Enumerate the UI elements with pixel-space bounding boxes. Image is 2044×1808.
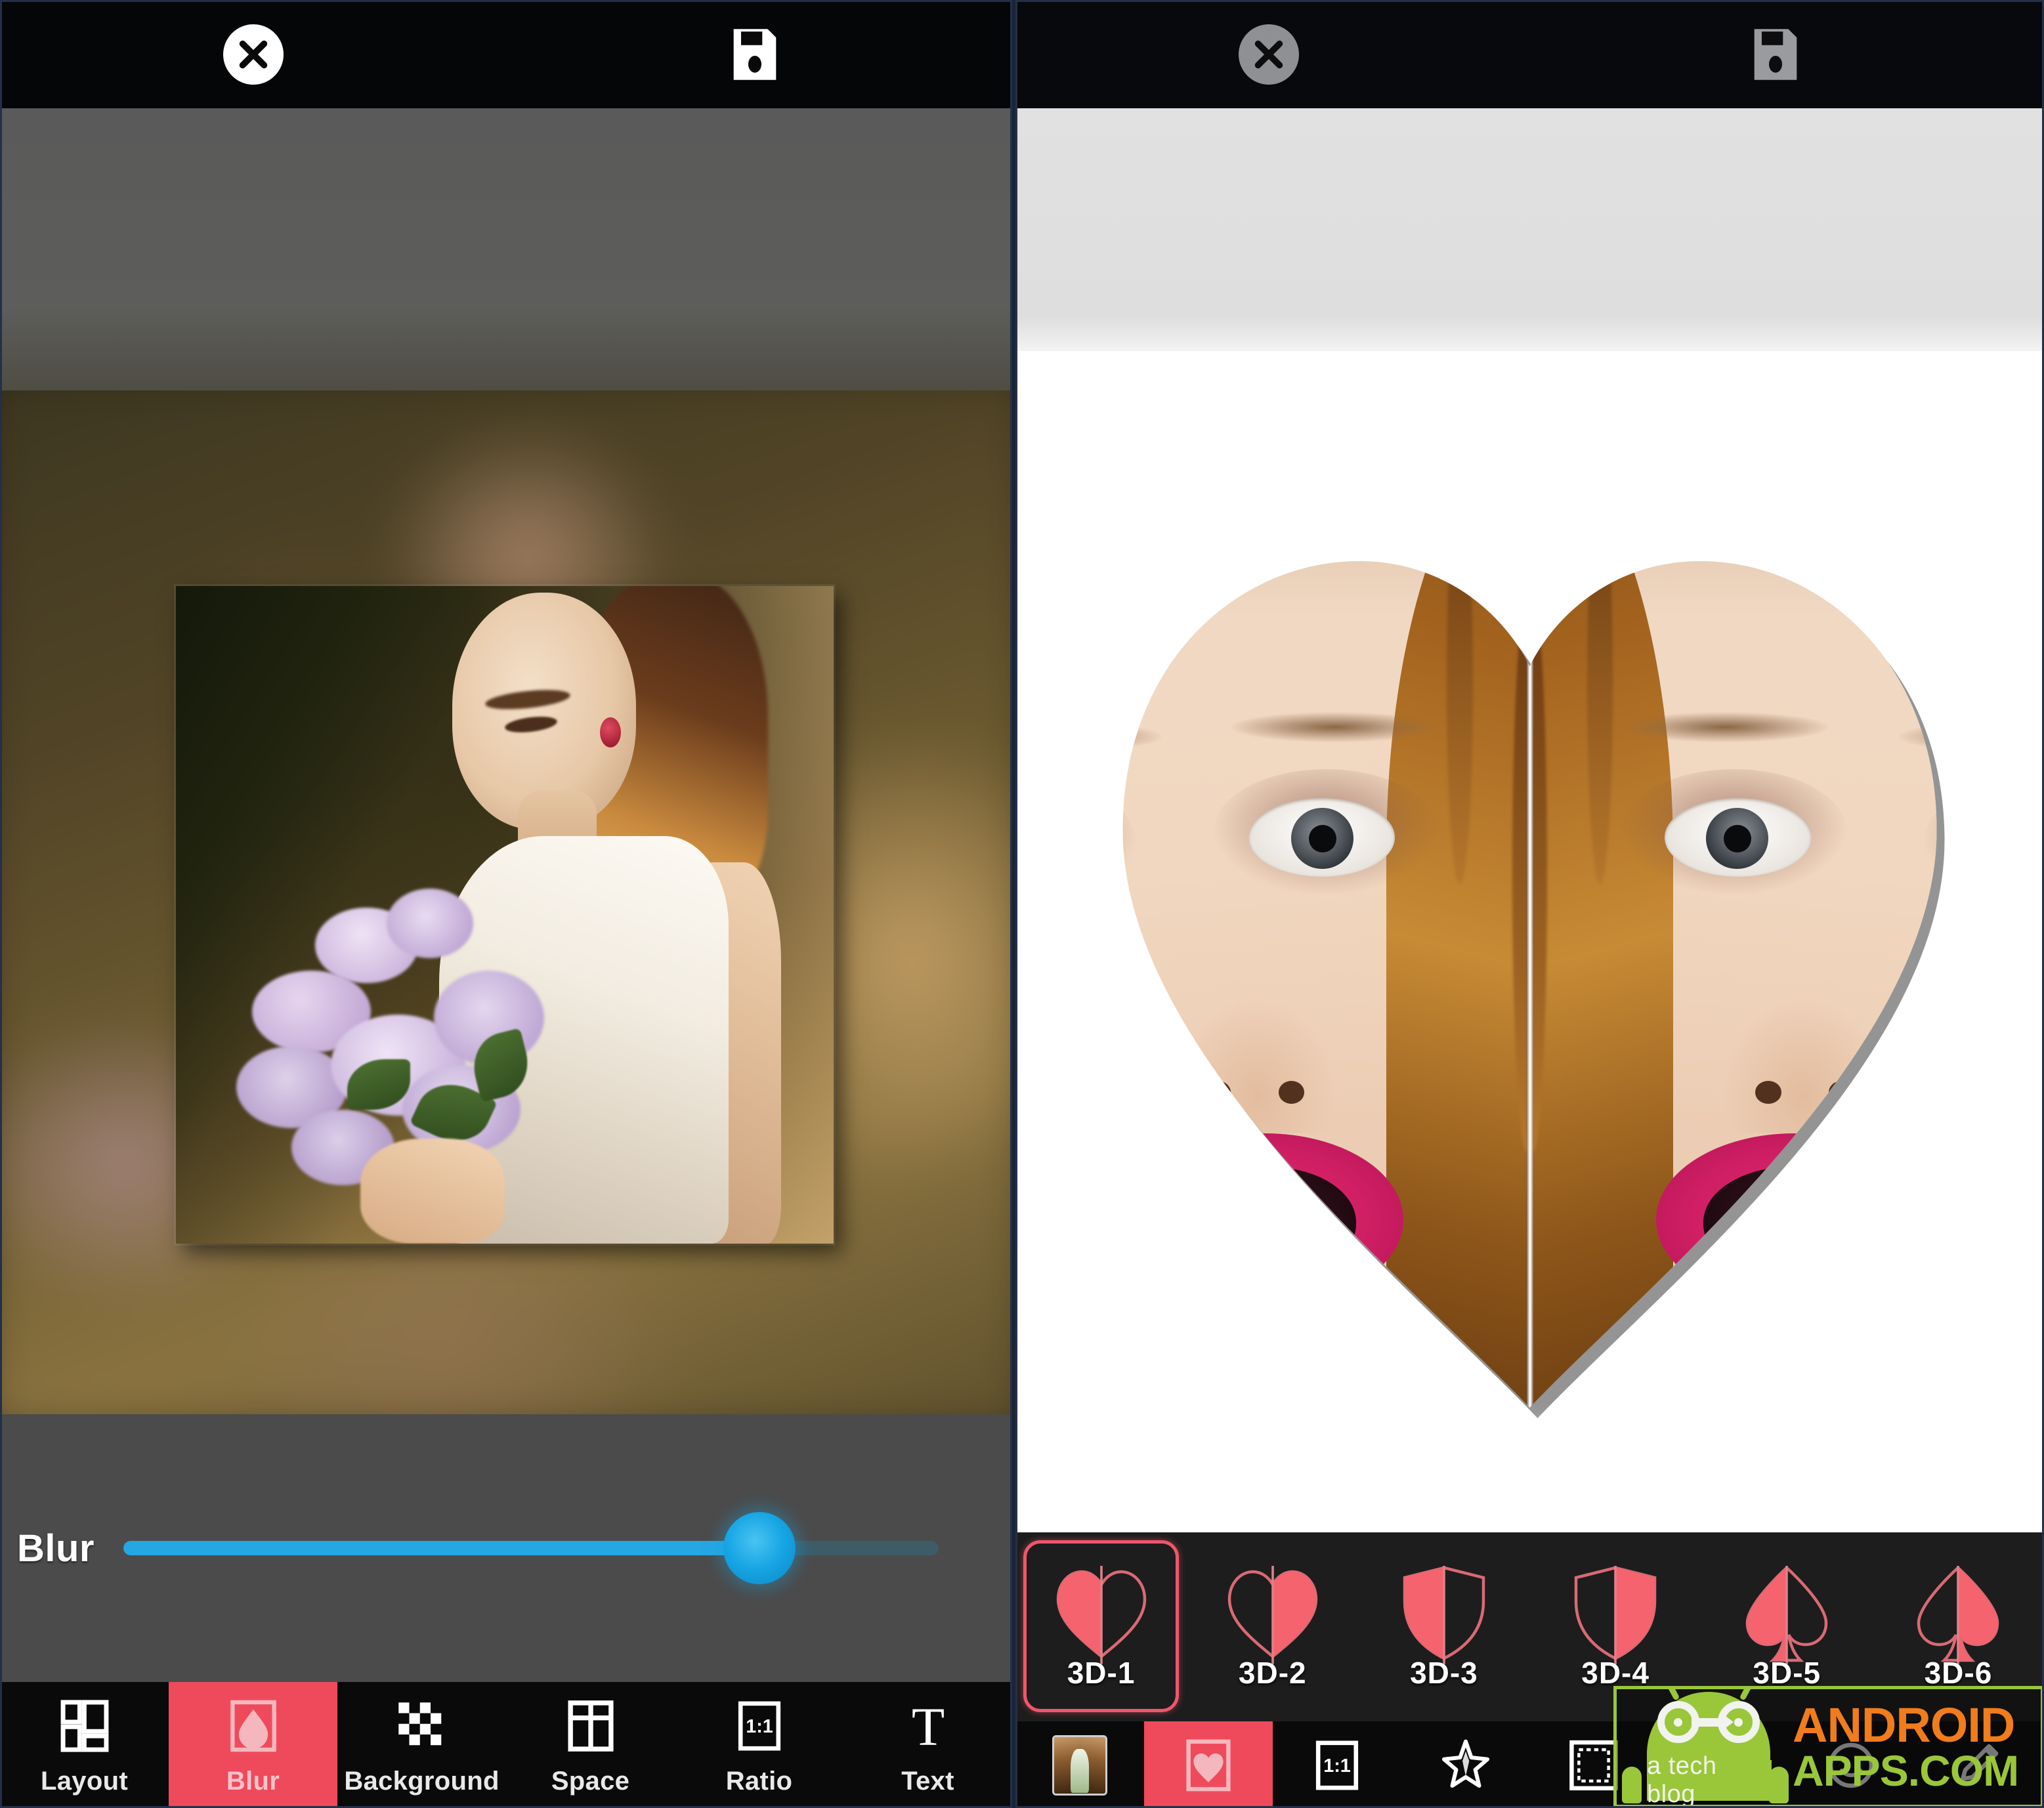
layout-grid-icon — [56, 1696, 113, 1756]
heart-collage[interactable] — [1071, 463, 1990, 1421]
water-drop-icon — [225, 1696, 282, 1756]
toolbar-item-label: Effect — [1428, 1806, 1502, 1808]
space-grid-icon — [563, 1696, 619, 1756]
svg-text:1:1: 1:1 — [1323, 1755, 1351, 1776]
save-button[interactable] — [729, 27, 781, 82]
svg-text:T: T — [911, 1698, 944, 1754]
panel-shape-editor: 3D-1 3D-2 3D-3 3D-4 3D-5 3D-6 Mirror Sha… — [1015, 0, 2044, 1808]
toolbar-item-label: Text — [901, 1766, 954, 1796]
blur-canvas[interactable] — [0, 390, 1012, 1414]
right-top-gray-band — [1015, 108, 2044, 351]
shape-option-label: 3D-2 — [1238, 1655, 1307, 1690]
focused-photo-frame[interactable] — [176, 586, 834, 1244]
heart-clipped-photo — [1071, 463, 1990, 1421]
close-x-icon — [239, 40, 268, 68]
save-button[interactable] — [1749, 27, 1802, 82]
left-work-area: Blur — [0, 108, 1012, 1682]
svg-text:1:1: 1:1 — [746, 1716, 773, 1737]
lips — [1127, 1133, 1403, 1306]
toolbar-item-label: Blur — [226, 1766, 280, 1796]
close-circle-icon — [223, 24, 284, 85]
android-robot-logo: a tech blog — [1617, 1689, 1789, 1805]
magic-star-icon — [1437, 1735, 1494, 1796]
face-photo — [1071, 463, 1530, 1421]
toolbar-item-blur[interactable]: Blur — [169, 1682, 337, 1808]
blur-slider-panel: Blur — [0, 1414, 1012, 1682]
shape-option-label: 3D-4 — [1581, 1655, 1650, 1690]
screenshot-root: Blur Layout Blur Background Space 1:1 Rat… — [0, 0, 2044, 1808]
left-toolbar: Layout Blur Background Space 1:1 Ratio T Te… — [0, 1682, 1012, 1808]
shape-option-label: 3D-5 — [1753, 1655, 1821, 1690]
close-button[interactable] — [223, 24, 284, 85]
toolbar-item-space[interactable]: Space — [506, 1682, 675, 1808]
shape-heart-icon — [1180, 1735, 1237, 1796]
watermark-brand-secondary: APPS.COM — [1793, 1746, 2019, 1795]
slider-fill — [123, 1541, 759, 1555]
heart-half-left — [1071, 463, 1530, 1421]
toolbar-item-ratio[interactable]: 1:1 Ratio — [1272, 1721, 1401, 1808]
checkerboard-icon — [394, 1696, 450, 1756]
toolbar-item-label: Ratio — [1304, 1806, 1371, 1808]
ratio-1-1-icon: 1:1 — [1309, 1735, 1365, 1796]
heart-fold-seam — [1526, 463, 1534, 1421]
watermark-go-android-apps: a tech blog ANDROID APPS.COM — [1613, 1686, 2044, 1808]
shape-option-3d-1[interactable]: 3D-1 — [1015, 1539, 1187, 1715]
blur-slider[interactable] — [123, 1512, 939, 1584]
text-t-icon: T — [900, 1696, 956, 1756]
close-circle-icon — [1239, 24, 1299, 85]
shape-option-3d-2[interactable]: 3D-2 — [1187, 1539, 1358, 1715]
left-top-gray-band — [0, 108, 1012, 390]
panel-blur-editor: Blur Layout Blur Background Space 1:1 Rat… — [0, 0, 1015, 1808]
left-topbar — [0, 0, 1012, 108]
right-work-area: 3D-1 3D-2 3D-3 3D-4 3D-5 3D-6 — [1015, 108, 2044, 1721]
close-button[interactable] — [1239, 24, 1299, 85]
slider-thumb[interactable] — [723, 1512, 796, 1584]
toolbar-item-background[interactable]: Background — [337, 1682, 506, 1808]
mirror-photo-thumbnail-icon — [1052, 1734, 1107, 1796]
toolbar-item-label: Space — [551, 1766, 630, 1796]
toolbar-item-label: Background — [344, 1766, 500, 1796]
ratio-1-1-icon: 1:1 — [731, 1696, 788, 1756]
watermark-tagline: a tech blog — [1647, 1752, 1772, 1805]
close-x-icon — [1254, 40, 1283, 68]
toolbar-item-mirror[interactable]: Mirror — [1015, 1721, 1144, 1808]
shape-option-label: 3D-1 — [1067, 1655, 1136, 1690]
go-arrow-icon — [1657, 1701, 1761, 1744]
toolbar-item-label: Shape — [1168, 1806, 1248, 1808]
toolbar-item-shape[interactable]: Shape — [1143, 1721, 1273, 1808]
mirror-photo-thumbnail-icon — [1052, 1734, 1108, 1796]
open-mouth — [1175, 1167, 1356, 1282]
shape-option-label: 3D-3 — [1410, 1655, 1478, 1690]
watermark-brand-primary: ANDROID — [1793, 1698, 2015, 1753]
shape-option-3d-3[interactable]: 3D-3 — [1358, 1539, 1529, 1715]
right-topbar — [1015, 0, 2044, 108]
toolbar-item-ratio[interactable]: 1:1 Ratio — [675, 1682, 843, 1808]
shape-canvas[interactable] — [1015, 351, 2044, 1532]
bride-photo — [176, 586, 834, 1244]
toolbar-item-label: Layout — [41, 1766, 128, 1796]
shape-option-label: 3D-6 — [1924, 1655, 1993, 1690]
floppy-disk-save-icon — [1754, 28, 1797, 80]
toolbar-item-layout[interactable]: Layout — [0, 1682, 169, 1808]
toolbar-item-label: Ratio — [725, 1766, 793, 1796]
floppy-disk-save-icon — [733, 28, 777, 80]
toolbar-item-text[interactable]: T Text — [843, 1682, 1012, 1808]
toolbar-item-label: Mirror — [1041, 1806, 1118, 1808]
blur-slider-label: Blur — [17, 1526, 95, 1570]
toolbar-item-effect[interactable]: Effect — [1401, 1721, 1530, 1808]
